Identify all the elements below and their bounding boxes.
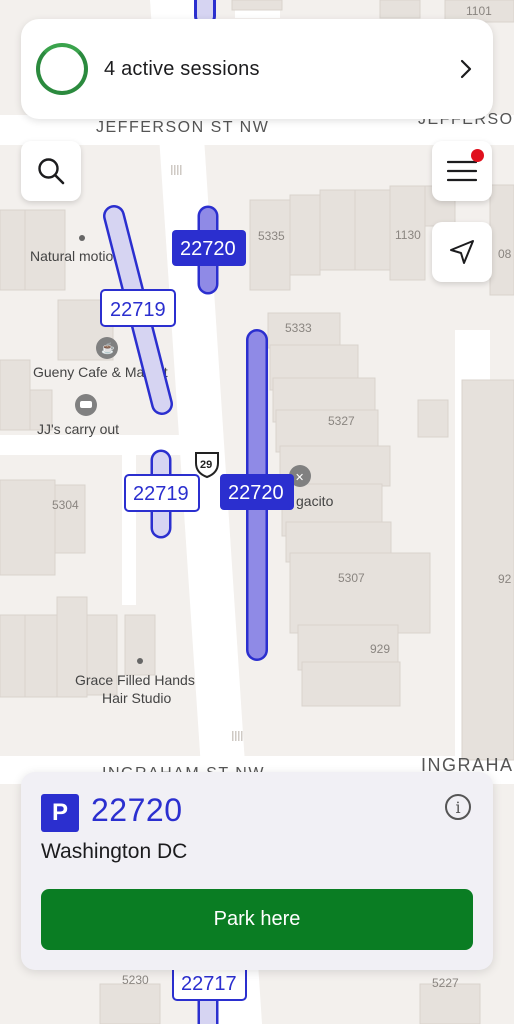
place-dot [137, 658, 143, 664]
zone-label-22720-selected[interactable]: 22720 [220, 474, 294, 510]
zone-label-22717[interactable]: 22717 [172, 965, 247, 1001]
svg-text:22719: 22719 [133, 483, 189, 505]
address-number: 5333 [285, 321, 312, 335]
zone-city: Washington DC [41, 840, 188, 863]
zone-info-card: P 22720 Washington DC i Park here [21, 772, 493, 970]
notification-dot [471, 149, 484, 162]
zone-number: 22720 [91, 792, 183, 828]
address-number: 5327 [328, 414, 355, 428]
svg-text:22720: 22720 [228, 482, 284, 504]
chevron-right-icon [460, 59, 472, 79]
place-natural-motion: Natural motion [30, 248, 121, 264]
svg-text:22720: 22720 [180, 238, 236, 260]
info-icon[interactable]: i [445, 794, 471, 820]
search-button[interactable] [21, 141, 81, 201]
place-restaurant: gacito [296, 493, 334, 509]
menu-button[interactable] [432, 141, 492, 201]
location-arrow-icon [450, 240, 474, 264]
place-grace-hair-studio: Hair Studio [102, 690, 171, 706]
svg-text:22717: 22717 [181, 973, 237, 995]
locate-me-button[interactable] [432, 222, 492, 282]
cup-glyph: ☕ [101, 341, 115, 355]
address-number: 1101 [466, 4, 492, 18]
address-number: 5307 [338, 571, 365, 585]
search-icon [38, 158, 65, 185]
place-grace-filled-hands: Grace Filled Hands [75, 672, 195, 688]
place-jjs-carry-out: JJ's carry out [37, 421, 119, 437]
address-number: 1130 [395, 228, 421, 242]
parking-badge-icon: P [41, 794, 79, 832]
address-number: 08 [498, 247, 512, 261]
park-here-button[interactable]: Park here [41, 889, 473, 950]
address-number: 5227 [432, 976, 459, 990]
address-number: 5335 [258, 229, 285, 243]
fork-glyph: ✕ [295, 472, 304, 484]
place-dot [79, 235, 85, 241]
zone-label-22719-top[interactable]: 22719 [100, 289, 176, 327]
address-number: 929 [370, 642, 390, 656]
sessions-progress-ring-icon [36, 43, 88, 95]
burger-glyph [80, 401, 92, 408]
zone-label-22720-top[interactable]: 22720 [172, 230, 246, 266]
address-number: 92 [498, 572, 512, 586]
address-number: 5230 [122, 973, 149, 987]
svg-text:29: 29 [200, 459, 212, 471]
active-sessions-label: 4 active sessions [104, 57, 260, 80]
route-29-shield: 29 [195, 452, 219, 479]
address-number: 5304 [52, 498, 79, 512]
zone-label-22719-bottom[interactable]: 22719 [124, 474, 200, 512]
street-label-jefferson: JEFFERSON ST NW [96, 119, 269, 136]
menu-icon [447, 160, 477, 182]
active-sessions-card[interactable]: 4 active sessions [21, 19, 493, 119]
svg-text:22719: 22719 [110, 299, 166, 321]
